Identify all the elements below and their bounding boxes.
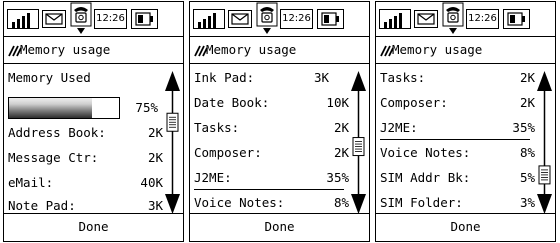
page-title: Memory usage [206,42,297,57]
done-button[interactable]: Done [190,213,369,241]
envelope-icon [42,10,66,28]
list-item: Voice Notes: 8% [380,145,535,160]
list-item: J2ME: 35% [380,120,535,135]
scroll-thumb[interactable] [166,112,179,132]
list-item: Message Ctr: 2K [8,150,163,165]
section-label: Memory Used [8,70,91,85]
phone-icon [256,2,278,36]
scrollbar[interactable] [350,71,367,214]
signal-strength-icon [7,9,39,29]
scrollbar[interactable] [164,71,181,214]
page-title: Memory usage [20,42,111,57]
memory-list: Tasks: 2K Composer: 2K J2ME: 35% Voice Note… [376,64,555,216]
list-item: Voice Notes: 8% [194,195,349,210]
down-arrow-icon[interactable] [351,194,366,214]
status-bar: 12:26 [376,2,555,36]
clock-time: 12:26 [94,9,127,29]
phone-icon [70,2,92,36]
list-item: J2ME: 35% [194,170,349,185]
divider [194,189,344,190]
title-bar: Memory usage [190,36,369,64]
clock-time: 12:26 [280,9,313,29]
page-title: Memory usage [392,42,483,57]
memory-list: Memory Used 75% Address Book: 2K Message … [4,64,183,216]
signal-strength-icon [193,9,225,29]
battery-icon [317,9,344,29]
list-item: Composer: 2K [194,145,349,160]
progress-bar [8,97,120,119]
memory-usage-screen-3: 12:26 Memory usage Tasks: 2K Composer: 2K … [375,1,556,242]
list-item: Composer: 2K [380,95,535,110]
signal-strength-icon [379,9,411,29]
list-item: Tasks: 2K [194,120,349,135]
list-item: eMail: 40K [8,175,163,190]
clock-time: 12:26 [466,9,499,29]
battery-icon [131,9,158,29]
done-button[interactable]: Done [376,213,555,241]
progress-fill [9,98,92,118]
memory-usage-screen-2: 12:26 Memory usage Ink Pad: 3K Date Book:… [189,1,370,242]
up-arrow-icon[interactable] [537,71,552,91]
up-arrow-icon[interactable] [351,71,366,91]
memory-list: Ink Pad: 3K Date Book: 10K Tasks: 2K Compos… [190,64,369,216]
list-item: SIM Folder: 3% [380,195,535,210]
title-bar: Memory usage [4,36,183,64]
list-item: Address Book: 2K [8,125,163,140]
progress-value: 75% [135,100,158,115]
scroll-thumb[interactable] [352,137,365,157]
battery-icon [503,9,530,29]
memory-usage-screen-1: 12:26 Memory usage Memory Used 75% Addre… [3,1,184,242]
scroll-thumb[interactable] [538,165,551,185]
phone-icon [442,2,464,36]
memory-progress: 75% [8,97,158,119]
envelope-icon [414,10,438,28]
list-item: SIM Addr Bk: 5% [380,170,535,185]
status-bar: 12:26 [4,2,183,36]
divider [380,139,530,140]
list-item: Tasks: 2K [380,70,535,85]
down-arrow-icon[interactable] [165,194,180,214]
scrollbar[interactable] [536,71,553,214]
up-arrow-icon[interactable] [165,71,180,91]
list-item: Ink Pad: 3K [194,70,329,85]
list-item: Date Book: 10K [194,95,349,110]
done-button[interactable]: Done [4,213,183,241]
envelope-icon [228,10,252,28]
down-arrow-icon[interactable] [537,194,552,214]
status-bar: 12:26 [190,2,369,36]
title-bar: Memory usage [376,36,555,64]
